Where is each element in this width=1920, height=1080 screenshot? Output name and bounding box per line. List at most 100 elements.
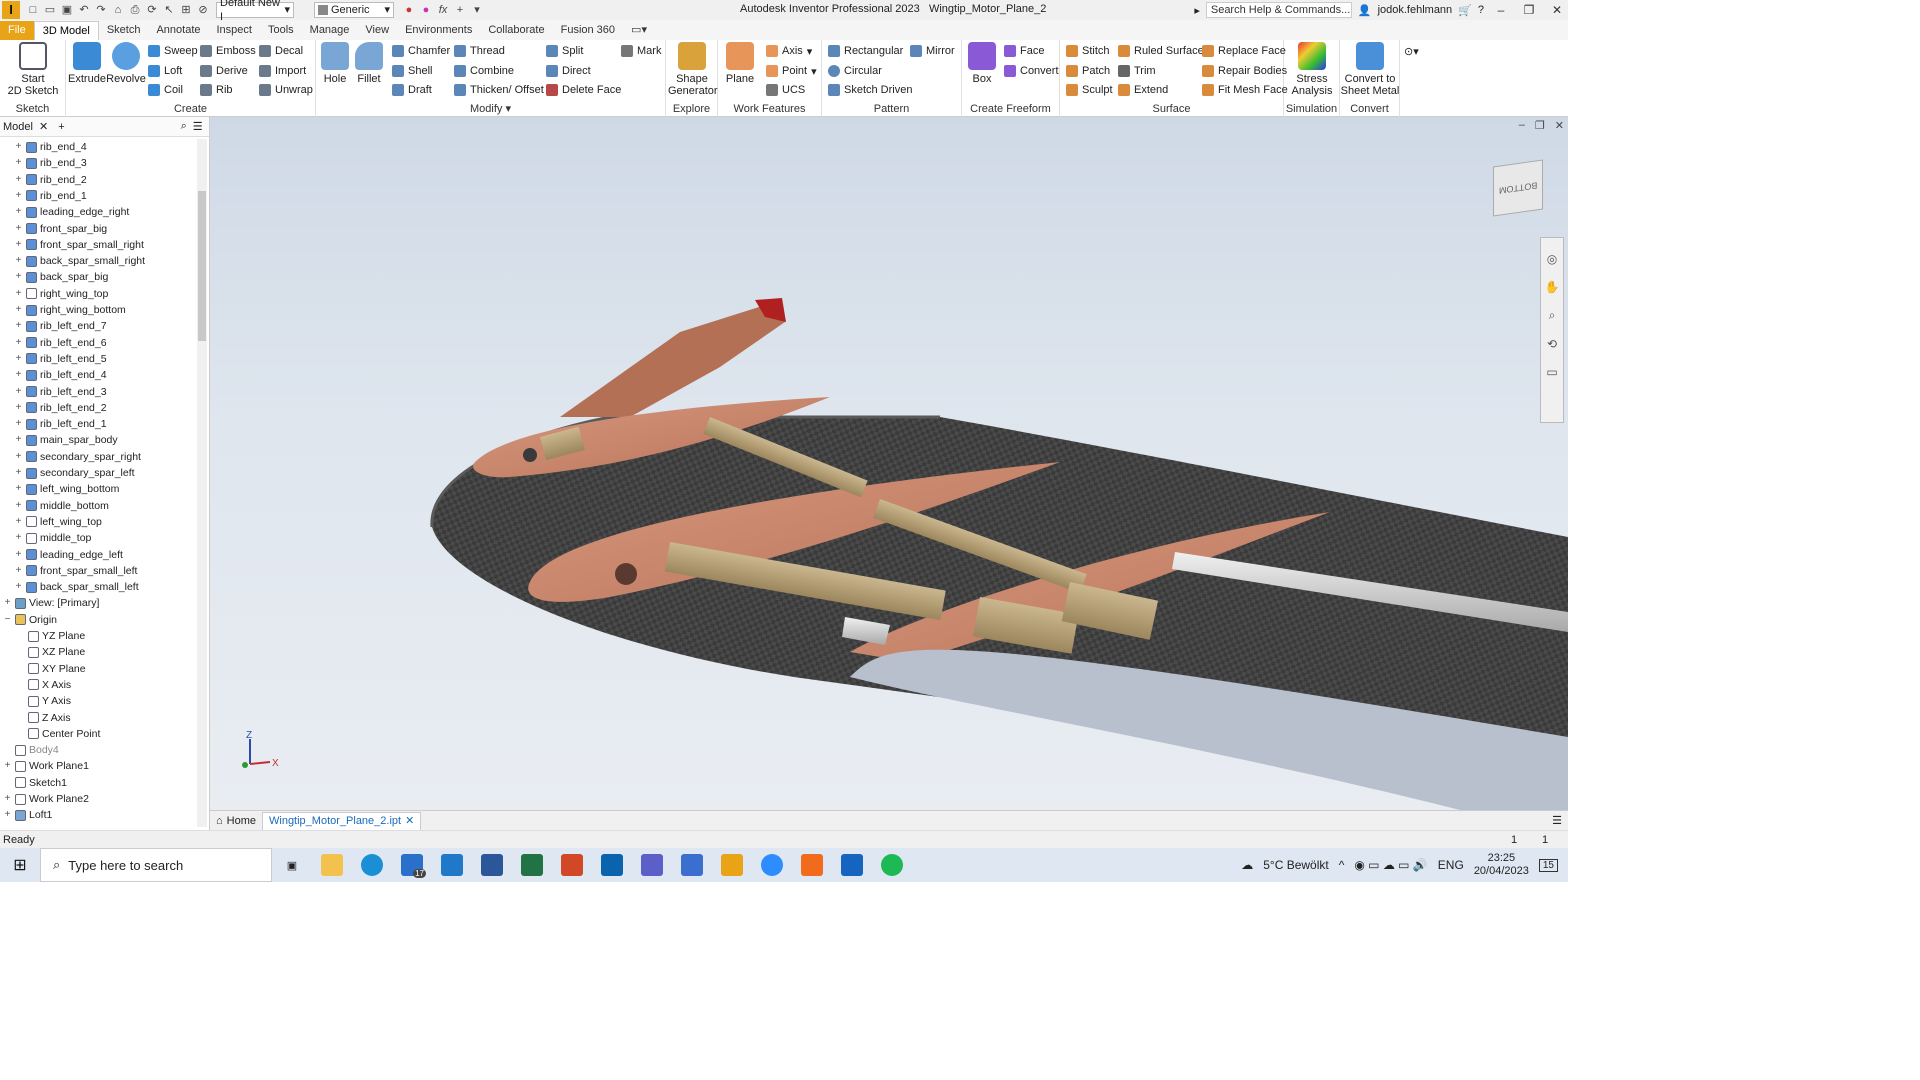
user-name[interactable]: jodok.fehlmann — [1378, 4, 1453, 16]
extrude-button[interactable]: Extrude — [68, 42, 106, 85]
ribbon-options-button[interactable]: ⊙▾ — [1404, 43, 1419, 59]
stitch-button[interactable]: Stitch — [1066, 43, 1110, 59]
fillet-button[interactable]: Fillet — [354, 42, 384, 85]
expand-icon[interactable]: + — [14, 286, 23, 302]
extend-button[interactable]: Extend — [1118, 82, 1168, 98]
coil-button[interactable]: Coil — [148, 82, 183, 98]
tree-node[interactable]: + secondary_spar_left — [14, 465, 135, 481]
tree-node[interactable]: XY Plane — [16, 661, 86, 677]
face-button[interactable]: Face — [1004, 43, 1044, 59]
expand-icon[interactable]: + — [14, 563, 23, 579]
taskbar-calendar[interactable] — [672, 848, 712, 882]
tree-node[interactable]: Center Point — [16, 726, 100, 742]
tree-node[interactable]: + rib_left_end_4 — [14, 367, 107, 383]
convert-to-sheet-metal-button[interactable]: Convert to Sheet Metal — [1340, 42, 1400, 97]
tree-node[interactable]: + View: [Primary] — [3, 595, 100, 611]
delete-face-button[interactable]: Delete Face — [546, 82, 621, 98]
browser-tab-model[interactable]: Model — [3, 121, 33, 133]
tree-node[interactable]: + front_spar_small_left — [14, 563, 138, 579]
help-search-input[interactable]: Search Help & Commands... — [1205, 2, 1352, 18]
tree-node[interactable]: + back_spar_small_left — [14, 579, 139, 595]
fit-mesh-face-button[interactable]: Fit Mesh Face — [1202, 82, 1288, 98]
taskbar-explorer[interactable] — [312, 848, 352, 882]
tab-fusion-360[interactable]: Fusion 360 — [553, 21, 623, 40]
decal-button[interactable]: Decal — [259, 43, 303, 59]
ucs-button[interactable]: UCS — [766, 82, 805, 98]
tree-node[interactable]: + leading_edge_left — [14, 547, 123, 563]
ribbon-options-icon[interactable]: ▭▾ — [623, 21, 655, 40]
project-combo[interactable]: Default New I ▾ — [216, 0, 294, 23]
combine-button[interactable]: Combine — [454, 63, 514, 79]
appearance-combo[interactable]: Generic ▾ — [314, 2, 394, 18]
tree-node[interactable]: + main_spar_body — [14, 432, 118, 448]
expand-icon[interactable]: + — [14, 367, 23, 383]
expand-icon[interactable]: + — [3, 807, 12, 823]
stress-analysis-button[interactable]: Stress Analysis — [1286, 42, 1338, 97]
viewport-close-icon[interactable]: ✕ — [1555, 119, 1564, 132]
tree-node[interactable]: + Work Plane1 — [3, 758, 89, 774]
home-tab[interactable]: ⌂ Home — [210, 812, 262, 830]
adjust-icon[interactable]: ⊘ — [196, 3, 210, 17]
expand-icon[interactable]: + — [14, 449, 23, 465]
tray-icons[interactable]: ◉ ▭ ☁ ▭ 🔊 — [1354, 858, 1427, 872]
look-at-icon[interactable]: ▭ — [1546, 365, 1557, 379]
expand-icon[interactable]: + — [14, 253, 23, 269]
plus-icon[interactable]: + — [453, 3, 467, 17]
expand-icon[interactable]: + — [14, 384, 23, 400]
taskbar-mail[interactable]: 17 — [392, 848, 432, 882]
clear-override-icon[interactable]: ● — [419, 3, 433, 17]
unwrap-button[interactable]: Unwrap — [259, 82, 313, 98]
plane-button[interactable]: Plane — [722, 42, 758, 85]
derive-button[interactable]: Derive — [200, 63, 248, 79]
undo-icon[interactable]: ↶ — [77, 3, 91, 17]
taskbar-spotify[interactable] — [872, 848, 912, 882]
expand-arrow-icon[interactable]: ▸ — [1194, 4, 1200, 17]
new-file-icon[interactable]: □ — [26, 3, 40, 17]
tree-node[interactable]: + back_spar_big — [14, 269, 109, 285]
tab-sketch[interactable]: Sketch — [99, 21, 149, 40]
close-tab-icon[interactable]: ✕ — [39, 120, 48, 133]
tree-node[interactable]: + rib_left_end_6 — [14, 335, 107, 351]
tree-node[interactable]: + rib_left_end_7 — [14, 318, 107, 334]
cart-icon[interactable]: 🛒 — [1458, 4, 1472, 17]
sculpt-button[interactable]: Sculpt — [1066, 82, 1113, 98]
expand-icon[interactable]: + — [3, 595, 12, 611]
document-tab-active[interactable]: Wingtip_Motor_Plane_2.ipt ✕ — [262, 811, 422, 830]
tree-node[interactable]: XZ Plane — [16, 644, 85, 660]
tab-file[interactable]: File — [0, 21, 34, 40]
expand-icon[interactable]: + — [14, 432, 23, 448]
home-icon[interactable]: ⌂ — [111, 3, 125, 17]
expand-icon[interactable]: + — [14, 139, 23, 155]
tree-node[interactable]: + rib_end_1 — [14, 188, 87, 204]
customize-qa-icon[interactable]: ▾ — [470, 3, 484, 17]
tree-node[interactable]: YZ Plane — [16, 628, 85, 644]
steering-wheel-icon[interactable]: ◎ — [1547, 252, 1557, 266]
tree-node[interactable]: + Work Plane2 — [3, 791, 89, 807]
tree-node[interactable]: − Origin — [3, 612, 57, 628]
scrollbar-thumb[interactable] — [198, 191, 206, 341]
sweep-button[interactable]: Sweep — [148, 43, 198, 59]
tree-node[interactable]: + right_wing_bottom — [14, 302, 126, 318]
tree-node[interactable]: + rib_left_end_5 — [14, 351, 107, 367]
inventor-logo-icon[interactable]: I — [2, 1, 20, 19]
ruled-surface-button[interactable]: Ruled Surface — [1118, 43, 1204, 59]
wingtip-fin[interactable] — [560, 302, 785, 417]
mark-button[interactable]: Mark — [621, 43, 661, 59]
fx-parameters-icon[interactable]: fx — [436, 3, 450, 17]
view-cube[interactable]: BOTTOM — [1493, 159, 1543, 217]
taskbar-excel[interactable] — [512, 848, 552, 882]
tab-inspect[interactable]: Inspect — [209, 21, 260, 40]
tree-node[interactable]: Z Axis — [16, 710, 71, 726]
taskbar-outlook[interactable] — [592, 848, 632, 882]
minimize-button[interactable]: – — [1490, 3, 1512, 17]
tree-node[interactable]: + middle_top — [14, 530, 92, 546]
measure-icon[interactable]: ⊞ — [179, 3, 193, 17]
tab-3d-model[interactable]: 3D Model — [33, 21, 99, 40]
sketch-driven-pattern-button[interactable]: Sketch Driven — [828, 82, 912, 98]
tree-node[interactable]: Sketch1 — [3, 775, 67, 791]
taskbar-fusion[interactable] — [792, 848, 832, 882]
tree-node[interactable]: + back_spar_small_right — [14, 253, 145, 269]
taskbar-edge[interactable] — [352, 848, 392, 882]
tree-node[interactable]: X Axis — [16, 677, 71, 693]
direct-button[interactable]: Direct — [546, 63, 591, 79]
